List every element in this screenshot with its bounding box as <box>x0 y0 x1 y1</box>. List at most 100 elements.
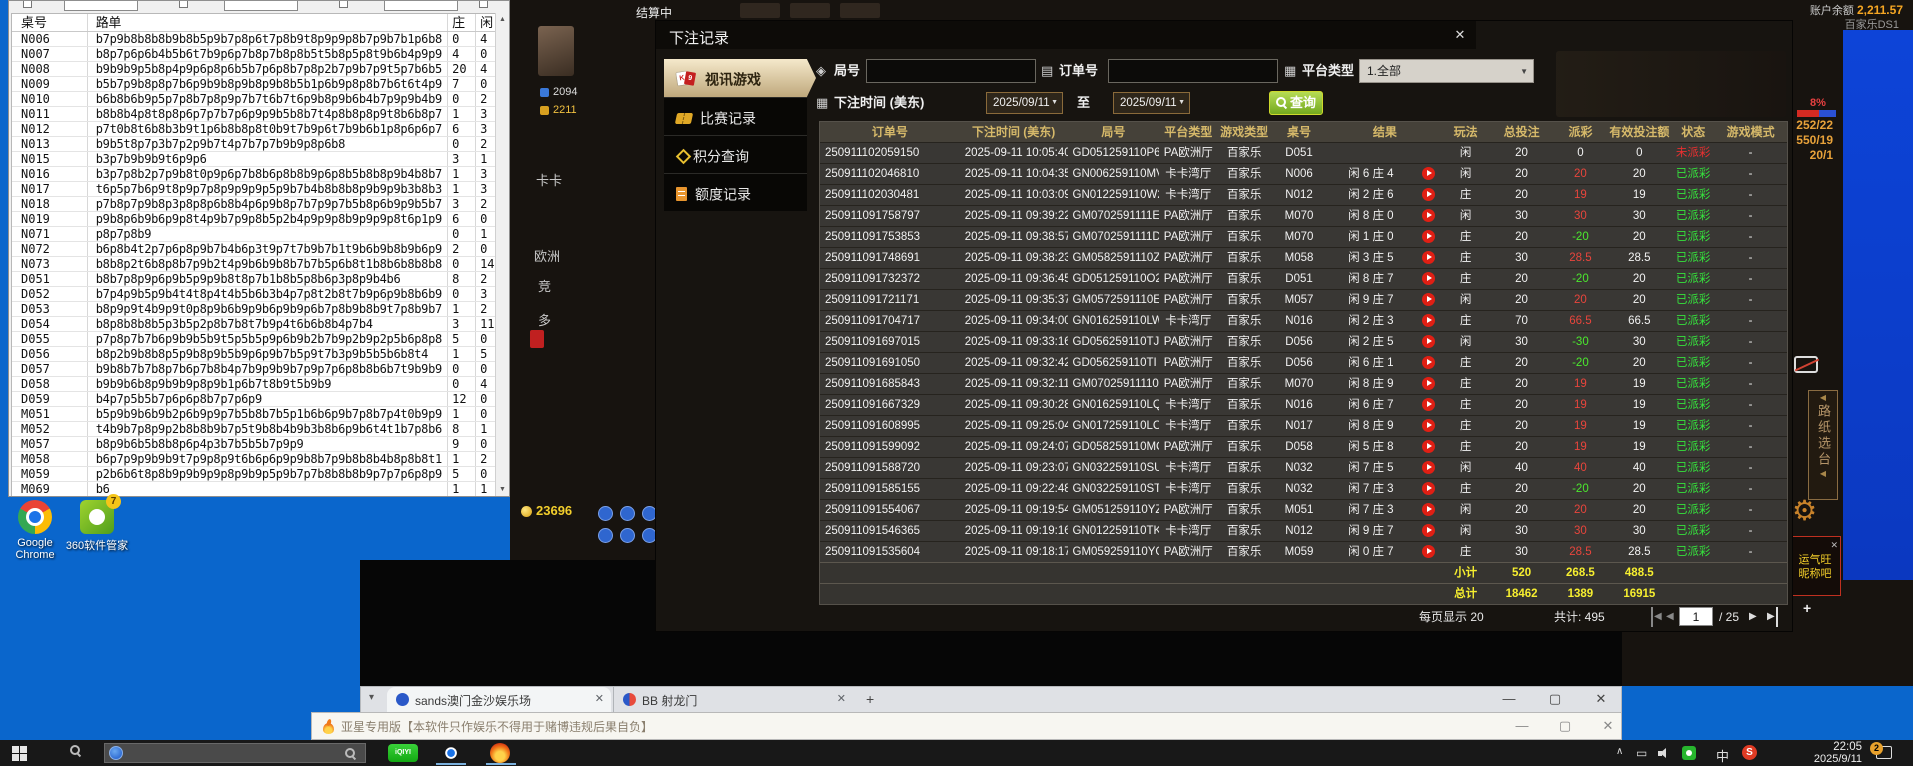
ime-indicator[interactable]: 中 <box>1716 746 1729 765</box>
road-row[interactable]: N019p9b8p6b9b6p9p8t4p9b7p9p8b5p2b4p9p9p8… <box>12 212 495 227</box>
minimize-icon[interactable]: — <box>1501 691 1517 706</box>
road-row[interactable]: M059p2b6b6t8p8b9p9b9p9p8p9b9p5p9b7p7b8b8… <box>12 467 495 482</box>
road-row[interactable]: N007b8p7p6p6b4b5b6t7b9p6p7b8p7b8p8b5t5b8… <box>12 47 495 62</box>
play-video-button[interactable] <box>1415 479 1443 499</box>
road-row[interactable]: M058b6p7p9p9b9b9t7p9p8p9t6b6p6p9p9b8b7p9… <box>12 452 495 467</box>
play-video-button[interactable] <box>1415 542 1443 562</box>
tray-expand-icon[interactable]: ∧ <box>1616 746 1623 757</box>
tab-sands[interactable]: sands澳门金沙娱乐场 ✕ <box>387 687 611 713</box>
taskbar-search-icon[interactable] <box>70 745 84 759</box>
play-video-button[interactable] <box>1415 290 1443 310</box>
dropdown[interactable] <box>224 1 298 11</box>
taskbar-search-box[interactable] <box>104 743 366 763</box>
gear-icon[interactable]: ⚙ <box>1792 494 1817 527</box>
sogou-icon[interactable]: S <box>1742 745 1757 760</box>
road-row[interactable]: N006b7p9b8b8b8b9b8b5p9b7p8p6t7p8b9t8p9p9… <box>12 32 495 47</box>
road-row[interactable]: D051b8b7p8p9p6p9b5p9p9b8t8p7b1b8b5p8b6p3… <box>12 272 495 287</box>
play-video-button[interactable] <box>1415 185 1443 205</box>
road-row[interactable]: D053b8p9p9t4b9p9t0p8p9b6b9p9b6p9b9p6b7p8… <box>12 302 495 317</box>
maximize-icon[interactable]: ▢ <box>1557 718 1573 734</box>
road-row[interactable]: D059b4p7p5b5b7p6p6p8b7p7p6p9120 <box>12 392 495 407</box>
road-row[interactable]: D057b9b8b7b7b8p7b6p7b8b4p7b9p9b9b7p9p7p6… <box>12 362 495 377</box>
scroll-down-icon[interactable]: ▼ <box>496 483 509 496</box>
play-video-button[interactable] <box>1415 437 1443 457</box>
date-from-picker[interactable]: 2025/09/11▼ <box>986 92 1063 114</box>
play-video-button[interactable] <box>1415 248 1443 268</box>
road-row[interactable]: N017t6p5p7b6p9t8p9p7p8p9p9p9p5p9b7b4b8b8… <box>12 182 495 197</box>
scrollbar[interactable]: ▲ ▼ <box>495 13 508 496</box>
notification-center-icon[interactable]: 2 <box>1876 746 1892 759</box>
road-row[interactable]: N015b3p7b9b9b9t6p9p631 <box>12 152 495 167</box>
road-row[interactable]: D052b7p4p9b5p9b4t4t8p4t4b5b6b3b4p7p8t2b8… <box>12 287 495 302</box>
play-video-button[interactable] <box>1415 332 1443 352</box>
close-icon[interactable]: ✕ <box>1593 691 1609 707</box>
road-row[interactable]: N073b8b8p2t6b8p8b7p9b2t4p9b6b9b8b7b7b5p6… <box>12 257 495 272</box>
desktop-icon-chrome[interactable]: Google Chrome <box>0 500 70 561</box>
play-video-button[interactable] <box>1415 395 1443 415</box>
checkbox[interactable] <box>23 1 32 8</box>
play-video-button[interactable] <box>1415 353 1443 373</box>
sidebar-item-quota-records[interactable]: 额度记录 <box>664 173 807 211</box>
road-row[interactable]: N071p8p7p8b901 <box>12 227 495 242</box>
tray-device-icon[interactable]: ▭ <box>1636 746 1647 760</box>
road-row[interactable]: M069b611 <box>12 482 495 497</box>
road-row[interactable]: M051b5p9b9b6b9b2p6b9p9p7b5b8b7b5p1b6b6p9… <box>12 407 495 422</box>
road-row[interactable]: D058b9b9b6b8p9b9b9p8p9b1p6b7t8b9t5b9b904 <box>12 377 495 392</box>
road-row[interactable]: N018p7b8p7p9b8p3p8p8p6b8b4p6p9b8p7b7p9p7… <box>12 197 495 212</box>
road-row[interactable]: N013b9b5t8p7p3b7p2p9b7t4p7b7p7b9b9p8p6b8… <box>12 137 495 152</box>
road-row[interactable]: D055p7p8p7b7b6p9b9b5b9t5p5b5p9p6b9b2b7b9… <box>12 332 495 347</box>
play-video-button[interactable] <box>1415 458 1443 478</box>
play-video-button[interactable] <box>1415 311 1443 331</box>
play-video-button[interactable] <box>1415 374 1443 394</box>
road-row[interactable]: N008b9b9b9p5b8p4p9p6p8p6b5b7p6p8b7p8p2b7… <box>12 62 495 77</box>
sidebar-item-match-records[interactable]: 比赛记录 <box>664 97 807 135</box>
volume-icon[interactable] <box>1658 748 1672 759</box>
tray-green-app-icon[interactable] <box>1682 746 1696 760</box>
taskbar-flame-app-icon[interactable] <box>490 743 510 763</box>
dropdown[interactable] <box>384 1 458 11</box>
start-button[interactable] <box>12 746 27 761</box>
close-icon[interactable]: ✕ <box>1600 718 1616 734</box>
page-input[interactable]: 1 <box>1679 607 1713 626</box>
play-video-button[interactable] <box>1415 164 1443 184</box>
lucky-nickname-panel[interactable]: ✕运气旺昵称吧 <box>1789 536 1841 596</box>
road-row[interactable]: N010b6b8b6b9p5p7p8b7p8p9p7b7t6b7t6p9b8p9… <box>12 92 495 107</box>
road-row[interactable]: N011b8b8b4p8t8p8p6p7p7b7p6p9p9b5b8b7t4p8… <box>12 107 495 122</box>
maximize-icon[interactable]: ▢ <box>1547 691 1563 707</box>
road-select-tab[interactable]: ◀路纸选台◀ <box>1808 390 1838 500</box>
minimize-icon[interactable]: — <box>1514 718 1530 733</box>
date-to-picker[interactable]: 2025/09/11▼ <box>1113 92 1190 114</box>
taskbar-clock[interactable]: 22:05 2025/9/11 <box>1790 741 1862 765</box>
move-icon[interactable]: + <box>1803 600 1811 616</box>
play-video-button[interactable] <box>1415 500 1443 520</box>
road-row[interactable]: M052t4b9b7p8p9p2b8b8b9b7p5t9b8b4b9b3b8b6… <box>12 422 495 437</box>
platform-select[interactable]: 1.全部▼ <box>1359 59 1534 83</box>
new-tab-icon[interactable]: + <box>866 691 874 707</box>
road-row[interactable]: N012p7t0b8t6b8b3b9t1p6b8b8p8t0b9t7b9p6t7… <box>12 122 495 137</box>
last-page-icon[interactable]: ▶ <box>1767 607 1778 627</box>
tab-bb[interactable]: BB 射龙门 ✕ <box>613 687 853 713</box>
next-page-icon[interactable]: ▶ <box>1749 607 1757 627</box>
order-input[interactable] <box>1108 59 1278 83</box>
road-row[interactable]: D054b8p8b8b8b5p3b5p2p8b7b8t7b9p4t6b6b8b4… <box>12 317 495 332</box>
search-button[interactable]: 查询 <box>1269 91 1323 115</box>
desktop-icon-360[interactable]: 7 360软件管家 <box>62 500 132 553</box>
sidebar-item-points-query[interactable]: 积分查询 <box>664 135 807 173</box>
play-video-button[interactable] <box>1415 521 1443 541</box>
close-icon[interactable]: ✕ <box>1830 538 1838 552</box>
road-row[interactable]: N016b3p7p8b2p7p9b8t0p9p6p7b8b6p8b8b9p6p8… <box>12 167 495 182</box>
checkbox[interactable] <box>179 1 188 8</box>
first-page-icon[interactable]: ◀ <box>1651 607 1662 627</box>
road-row[interactable]: D056b8p2b9b8b8p5p9b8p9b5b9p6p9b7b5p9t7b3… <box>12 347 495 362</box>
tab-search-chevron-icon[interactable]: ▾ <box>369 692 374 703</box>
play-video-button[interactable] <box>1415 416 1443 436</box>
play-video-button[interactable] <box>1415 269 1443 289</box>
checkbox[interactable] <box>339 1 348 8</box>
round-input[interactable] <box>866 59 1036 83</box>
taskbar-iqiyi-icon[interactable]: iQIYI <box>388 744 418 762</box>
checkbox[interactable] <box>479 1 488 8</box>
play-video-button[interactable] <box>1415 227 1443 247</box>
tab-close-icon[interactable]: ✕ <box>837 692 846 705</box>
tab-close-icon[interactable]: ✕ <box>595 692 604 705</box>
close-icon[interactable]: ✕ <box>1452 27 1468 43</box>
